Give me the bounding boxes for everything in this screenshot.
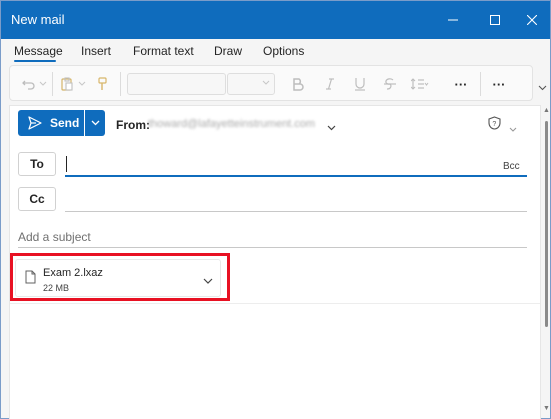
sensitivity-button[interactable]: ? (488, 116, 501, 135)
format-painter-button[interactable] (92, 74, 112, 94)
italic-icon (326, 78, 334, 90)
send-label: Send (50, 116, 80, 130)
chevron-down-icon (78, 81, 86, 86)
send-options-button[interactable] (85, 110, 105, 136)
underline-icon (355, 78, 365, 91)
chevron-down-icon (509, 127, 517, 132)
send-icon (28, 116, 42, 130)
send-button[interactable]: Send (18, 110, 84, 136)
more-options-button[interactable]: ··· (489, 74, 509, 94)
window-title: New mail (11, 12, 65, 27)
ribbon-tabs: Message Insert Format text Draw Options (1, 39, 550, 65)
chevron-down-icon (91, 120, 99, 126)
sensitivity-icon: ? (488, 116, 501, 130)
sensitivity-dropdown[interactable] (509, 119, 517, 137)
toolbar-separator (52, 72, 53, 96)
ribbon-expand-button[interactable] (538, 83, 548, 93)
toolbar-separator (120, 72, 121, 96)
from-address[interactable]: thoward@lafayetteinstrument.com (148, 118, 315, 130)
to-button[interactable]: To (18, 152, 56, 176)
tab-format-text[interactable]: Format text (133, 44, 194, 58)
ribbon-toolbar: ··· ··· (9, 65, 533, 101)
maximize-icon (490, 15, 500, 25)
chevron-down-icon (327, 125, 336, 131)
bold-icon (293, 78, 304, 91)
strikethrough-icon (384, 78, 396, 90)
paste-icon (61, 77, 73, 91)
title-bar: New mail (1, 1, 550, 39)
strikethrough-button[interactable] (380, 74, 400, 94)
chevron-down-icon (39, 81, 47, 86)
active-tab-indicator (14, 60, 56, 62)
font-family-select[interactable] (127, 73, 226, 95)
from-dropdown[interactable] (327, 118, 336, 136)
cc-button[interactable]: Cc (18, 187, 56, 211)
line-spacing-button[interactable] (410, 74, 430, 94)
underline-button[interactable] (350, 74, 370, 94)
scrollbar-thumb[interactable] (545, 121, 548, 327)
minimize-button[interactable] (431, 1, 475, 39)
paste-button[interactable] (57, 74, 77, 94)
svg-text:?: ? (492, 121, 496, 128)
line-spacing-icon (411, 78, 429, 90)
subject-placeholder: Add a subject (18, 230, 91, 244)
tab-draw[interactable]: Draw (214, 44, 242, 58)
attachment-highlight-box (10, 253, 230, 301)
minimize-icon (448, 19, 458, 21)
text-caret (66, 156, 67, 172)
tab-options[interactable]: Options (263, 44, 304, 58)
paste-dropdown[interactable] (76, 74, 88, 94)
vertical-scrollbar[interactable]: ▲ ▼ (543, 105, 550, 419)
undo-button[interactable] (19, 74, 39, 94)
close-icon (527, 15, 537, 25)
italic-button[interactable] (320, 74, 340, 94)
from-label: From: (116, 118, 150, 132)
chevron-down-icon (262, 78, 270, 89)
undo-dropdown[interactable] (37, 74, 49, 94)
bcc-button[interactable]: Bcc (503, 161, 520, 172)
scroll-up-arrow-icon[interactable]: ▲ (543, 107, 550, 114)
tab-insert[interactable]: Insert (81, 44, 111, 58)
undo-icon (22, 80, 35, 90)
cc-field[interactable] (65, 188, 527, 212)
subject-field[interactable]: Add a subject (18, 226, 527, 248)
close-button[interactable] (510, 1, 551, 39)
bold-button[interactable] (288, 74, 308, 94)
scroll-down-arrow-icon[interactable]: ▼ (543, 405, 550, 412)
format-painter-icon (98, 77, 107, 90)
tab-message[interactable]: Message (14, 44, 63, 58)
chevron-down-icon (538, 85, 547, 91)
more-formatting-button[interactable]: ··· (451, 74, 471, 94)
new-mail-window: New mail Message Insert Format text Draw… (0, 0, 551, 419)
toolbar-separator (480, 72, 481, 96)
font-size-select[interactable] (227, 73, 275, 95)
to-field[interactable] (65, 151, 527, 177)
